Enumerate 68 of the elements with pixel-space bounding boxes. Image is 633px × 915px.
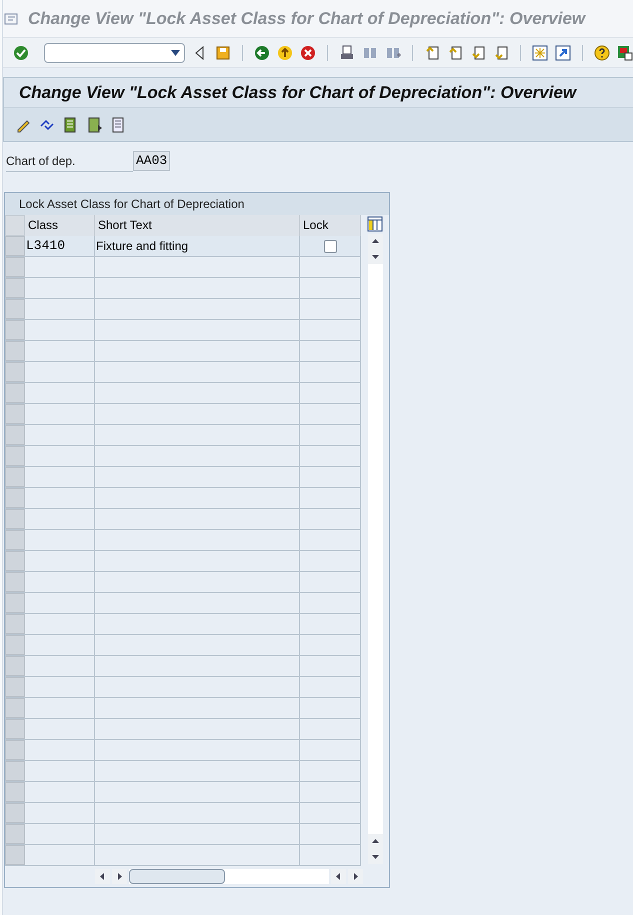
row-selector[interactable] (5, 341, 25, 361)
row-selector[interactable] (5, 719, 25, 739)
row-selector[interactable] (5, 740, 25, 760)
command-field[interactable] (44, 42, 185, 62)
help-icon[interactable] (594, 44, 610, 60)
lock-checkbox[interactable] (324, 240, 336, 252)
row-selector[interactable] (5, 383, 25, 403)
row-selector[interactable] (5, 530, 25, 550)
scroll-down-icon[interactable] (368, 849, 382, 864)
shortcut-icon[interactable] (555, 44, 571, 60)
next-page-icon[interactable] (470, 44, 486, 60)
horizontal-scrollbar[interactable] (129, 868, 329, 884)
row-selector[interactable] (5, 761, 25, 781)
row-selector[interactable] (5, 845, 25, 865)
back-icon[interactable] (254, 44, 270, 60)
scroll-down-icon[interactable] (368, 249, 382, 264)
row-selector[interactable] (5, 236, 25, 256)
scroll-left-icon[interactable] (331, 868, 346, 884)
last-page-icon[interactable] (493, 44, 509, 60)
select-all-handle[interactable] (5, 215, 25, 236)
row-selector[interactable] (5, 782, 25, 802)
row-selector[interactable] (5, 677, 25, 697)
row-selector[interactable] (5, 257, 25, 277)
print-icon[interactable] (339, 44, 355, 60)
cancel-icon[interactable] (300, 44, 316, 60)
dropdown-caret-icon (171, 50, 180, 56)
save-icon[interactable] (215, 44, 231, 60)
scroll-right-icon[interactable] (112, 868, 127, 884)
menu-icon[interactable] (4, 12, 18, 24)
row-selector[interactable] (5, 656, 25, 676)
row-selector[interactable] (5, 299, 25, 319)
first-page-icon[interactable] (424, 44, 440, 60)
row-selector[interactable] (5, 698, 25, 718)
table-title: Lock Asset Class for Chart of Depreciation (19, 196, 244, 213)
table-cell: L3410 (25, 236, 95, 256)
table-cell: Fixture and fitting (95, 236, 300, 256)
row-selector[interactable] (5, 551, 25, 571)
previous-page-icon[interactable] (447, 44, 463, 60)
row-selector[interactable] (5, 467, 25, 487)
row-selector[interactable] (5, 404, 25, 424)
enter-icon[interactable] (13, 44, 29, 60)
exit-icon[interactable] (277, 44, 293, 60)
row-selector[interactable] (5, 446, 25, 466)
row-selector[interactable] (5, 488, 25, 508)
row-selector[interactable] (5, 593, 25, 613)
row-selector[interactable] (5, 824, 25, 844)
row-selector[interactable] (5, 362, 25, 382)
row-selector[interactable] (5, 425, 25, 445)
chart-of-dep-field[interactable]: AA03 (133, 151, 170, 171)
row-selector[interactable] (5, 509, 25, 529)
scroll-left-icon[interactable] (95, 868, 110, 884)
column-header[interactable]: Lock (300, 215, 361, 236)
scrollbar-thumb[interactable] (129, 868, 225, 884)
row-selector[interactable] (5, 278, 25, 298)
window-title: Change View "Lock Asset Class for Chart of Depreciation": Overview (28, 8, 586, 30)
scroll-up-icon[interactable] (368, 834, 382, 849)
row-selector[interactable] (5, 803, 25, 823)
row-selector[interactable] (5, 614, 25, 634)
column-header[interactable]: Short Text (95, 215, 300, 236)
row-selector[interactable] (5, 320, 25, 340)
column-header[interactable]: Class (25, 215, 95, 236)
screen-title: Change View "Lock Asset Class for Chart of Depreciation": Overview (19, 82, 576, 104)
scroll-up-icon[interactable] (368, 234, 382, 249)
row-selector[interactable] (5, 572, 25, 592)
select-block-icon[interactable] (87, 116, 103, 132)
column-settings-icon[interactable] (367, 216, 383, 232)
row-selector[interactable] (5, 635, 25, 655)
scroll-right-icon[interactable] (348, 868, 363, 884)
